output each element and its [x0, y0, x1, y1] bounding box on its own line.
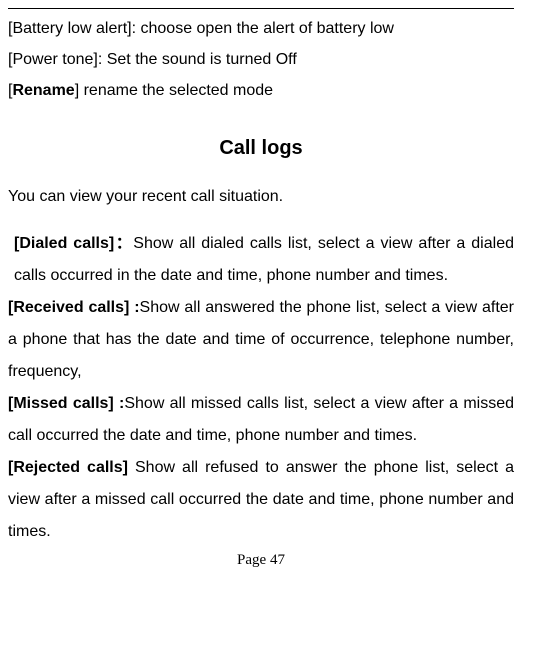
intro-text: You can view your recent call situation.: [8, 184, 514, 210]
option-rename: [Rename] rename the selected mode: [8, 77, 514, 106]
option-power-tone: [Power tone]: Set the sound is turned Of…: [8, 46, 514, 75]
call-logs-heading: Call logs: [8, 137, 514, 160]
power-tone-label: [Power tone]:: [8, 51, 102, 68]
rejected-calls-section: [Rejected calls] Show all refused to ans…: [8, 452, 514, 548]
rename-name: Rename: [12, 82, 74, 99]
dialed-calls-label: [Dialed calls]：: [14, 235, 133, 252]
received-calls-label: [Received calls] :: [8, 299, 140, 316]
option-battery-low: [Battery low alert]: choose open the ale…: [8, 15, 514, 44]
page-number: Page 47: [8, 552, 514, 569]
received-calls-section: [Received calls] :Show all answered the …: [8, 292, 514, 388]
power-tone-desc: Set the sound is turned Off: [102, 51, 297, 68]
rejected-calls-label: [Rejected calls]: [8, 459, 135, 476]
dialed-calls-section: [Dialed calls]：Show all dialed calls lis…: [14, 228, 514, 292]
battery-low-desc: choose open the alert of battery low: [136, 20, 394, 37]
top-rule: [8, 8, 514, 9]
missed-calls-label: [Missed calls] :: [8, 395, 124, 412]
missed-calls-section: [Missed calls] :Show all missed calls li…: [8, 388, 514, 452]
rename-desc: rename the selected mode: [79, 82, 273, 99]
battery-low-label: [Battery low alert]:: [8, 20, 136, 37]
